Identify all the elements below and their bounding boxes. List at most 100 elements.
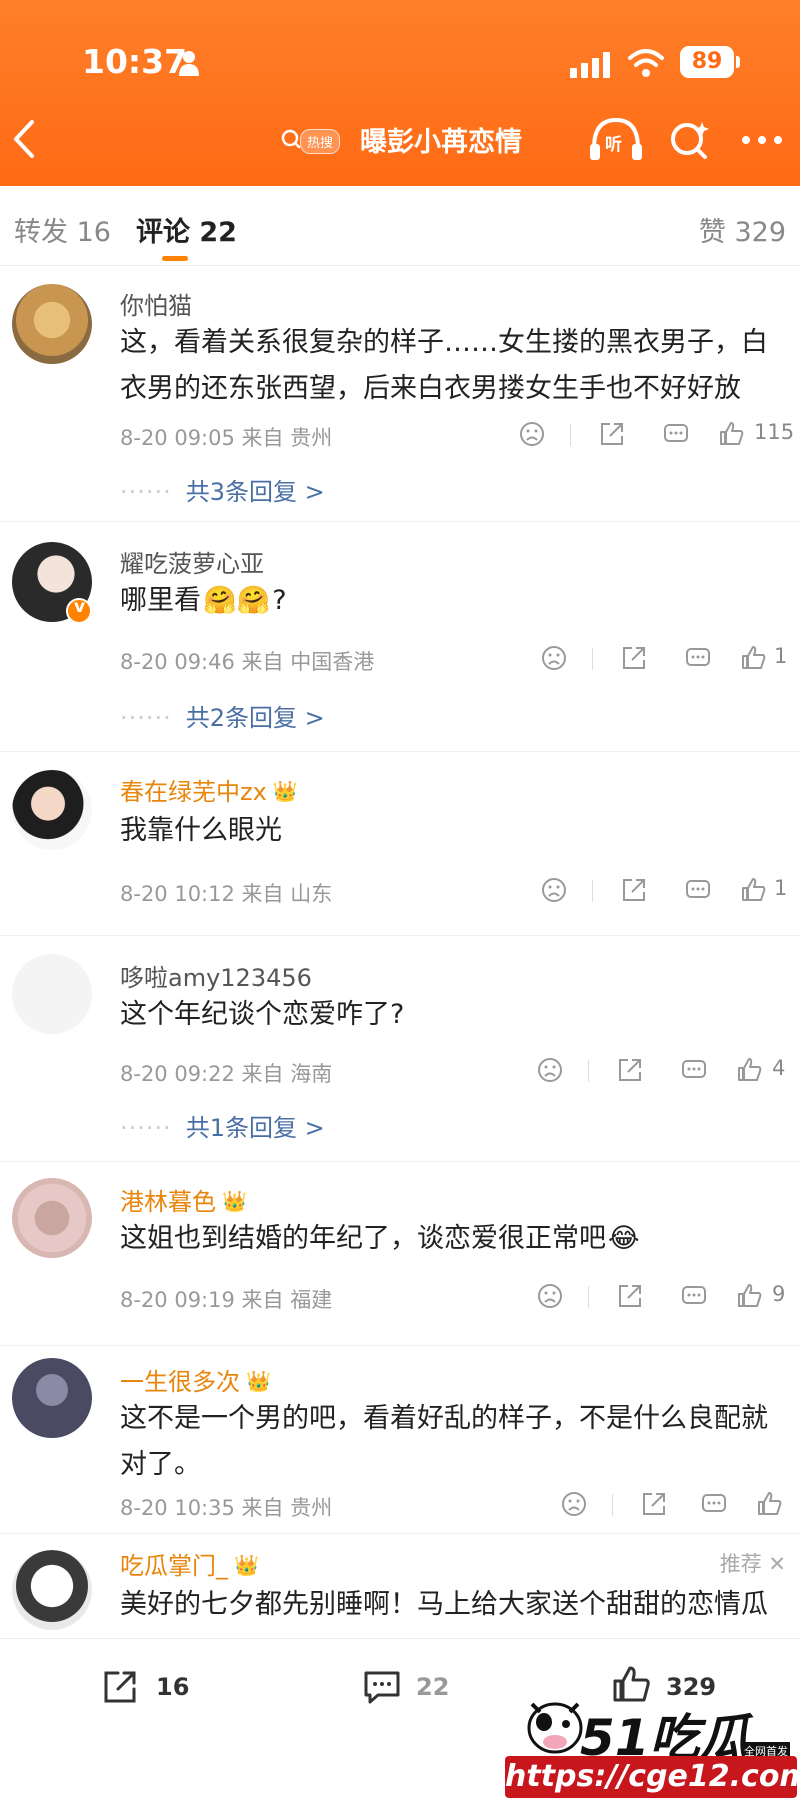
share-icon[interactable]: [616, 1056, 644, 1084]
comment-meta: 8-20 09:19 来自 福建: [120, 1288, 333, 1312]
avatar[interactable]: [12, 1178, 92, 1258]
divider: [592, 880, 593, 902]
comment-text-tail: ?: [272, 585, 287, 616]
app-header: 10:37 89 热搜 曝彭小苒恋情 听: [0, 0, 800, 186]
reply-dots: ······: [120, 1114, 172, 1142]
comment-username[interactable]: 哆啦amy123456: [120, 958, 312, 993]
tab-repost[interactable]: 转发 16: [14, 210, 111, 249]
comment-actions: [560, 1490, 788, 1520]
comment-meta: 8-20 09:05 来自 贵州: [120, 426, 333, 450]
reply-icon[interactable]: [684, 644, 712, 672]
replies-label: 共2条回复 >: [185, 704, 325, 732]
username-text: 一生很多次: [120, 1368, 240, 1396]
repost-count: 16: [156, 1673, 190, 1701]
hug-emoji: 🤗🤗: [203, 585, 271, 616]
page-title[interactable]: 曝彭小苒恋情: [360, 120, 522, 159]
recommend-dismiss[interactable]: 推荐 ✕: [720, 1548, 786, 1578]
back-arrow-icon[interactable]: [10, 116, 40, 162]
comment-username[interactable]: 港林暮色 👑: [120, 1182, 247, 1217]
repost-icon: [104, 1671, 136, 1703]
repost-button[interactable]: 16: [100, 1667, 210, 1711]
dislike-icon[interactable]: [540, 644, 568, 672]
listen-label: 听: [605, 135, 622, 155]
username-text: 吃瓜掌门_: [120, 1552, 228, 1580]
divider: [588, 1060, 589, 1082]
dislike-icon[interactable]: [536, 1282, 564, 1310]
comment-item: 春在绿芜中zx 👑 我靠什么眼光 8-20 10:12 来自 山东 1: [0, 752, 800, 936]
view-replies-link[interactable]: ······ 共1条回复 >: [120, 1108, 325, 1143]
reply-dots: ······: [120, 704, 172, 732]
more-icon[interactable]: [740, 134, 784, 146]
avatar[interactable]: [12, 770, 92, 850]
comment-item: 港林暮色 👑 这姐也到结婚的年纪了，谈恋爱很正常吧😂 8-20 09:19 来自 …: [0, 1162, 800, 1346]
signal-icon: [570, 52, 610, 78]
search-icon[interactable]: [668, 118, 712, 162]
dislike-icon[interactable]: [540, 876, 568, 904]
avatar[interactable]: [12, 1358, 92, 1438]
like-icon[interactable]: [736, 1056, 764, 1084]
status-bar: 10:37 89: [0, 40, 800, 88]
reply-icon[interactable]: [662, 420, 690, 448]
comment-button[interactable]: 22: [360, 1667, 470, 1711]
tab-like[interactable]: 赞 329: [699, 210, 786, 249]
avatar[interactable]: [12, 1550, 92, 1630]
like-count: 1: [774, 644, 788, 668]
share-icon[interactable]: [640, 1490, 668, 1518]
view-replies-link[interactable]: ······ 共2条回复 >: [120, 698, 325, 733]
reply-icon[interactable]: [680, 1282, 708, 1310]
like-count: 9: [772, 1282, 786, 1306]
comment-username[interactable]: 吃瓜掌门_ 👑: [120, 1546, 259, 1581]
username-text: 港林暮色: [120, 1188, 216, 1216]
nav-bar: 热搜 曝彭小苒恋情 听: [0, 108, 800, 172]
dislike-icon[interactable]: [518, 420, 546, 448]
share-icon[interactable]: [620, 644, 648, 672]
comment-username[interactable]: 耀吃菠萝心亚: [120, 544, 264, 579]
dislike-icon[interactable]: [536, 1056, 564, 1084]
share-icon[interactable]: [598, 420, 626, 448]
comment-username[interactable]: 春在绿芜中zx 👑: [120, 772, 298, 807]
verified-badge: [66, 597, 92, 624]
tab-bar: 转发 16 评论 22 赞 329: [0, 186, 800, 266]
comment-actions: 9: [536, 1282, 788, 1312]
avatar[interactable]: [12, 954, 92, 1034]
share-icon[interactable]: [620, 876, 648, 904]
reply-icon[interactable]: [700, 1490, 728, 1518]
battery-indicator: 89: [680, 46, 740, 78]
comment-meta: 8-20 09:22 来自 海南: [120, 1062, 333, 1086]
username-text: 春在绿芜中zx: [120, 778, 267, 806]
comment-username[interactable]: 一生很多次 👑: [120, 1362, 271, 1397]
tab-comment[interactable]: 评论 22: [136, 210, 237, 249]
reply-icon[interactable]: [680, 1056, 708, 1084]
comment-text-main: 哪里看: [120, 585, 201, 616]
person-icon: [179, 51, 199, 76]
comment-actions: 1: [540, 644, 788, 674]
wifi-icon: [628, 49, 664, 77]
comment-actions: 4: [536, 1056, 788, 1086]
reply-icon[interactable]: [684, 876, 712, 904]
like-icon[interactable]: [756, 1490, 784, 1518]
like-icon[interactable]: [736, 1282, 764, 1310]
like-count: 115: [754, 420, 795, 444]
like-total: 329: [666, 1673, 717, 1701]
comment-meta: 8-20 10:35 来自 贵州: [120, 1496, 333, 1520]
comment-username[interactable]: 你怕猫: [120, 286, 192, 321]
comment-actions: 115: [518, 420, 794, 450]
divider: [592, 648, 593, 670]
active-tab-indicator: [162, 256, 188, 261]
comment-count: 22: [416, 1673, 450, 1701]
avatar[interactable]: [12, 284, 92, 364]
like-icon[interactable]: [740, 876, 768, 904]
comment-actions: 1: [540, 876, 788, 906]
like-icon[interactable]: [718, 420, 746, 448]
comment-text: 这姐也到结婚的年纪了，谈恋爱很正常吧😂: [120, 1216, 780, 1262]
like-icon[interactable]: [740, 644, 768, 672]
like-count: 4: [772, 1056, 786, 1080]
comment-text: 这个年纪谈个恋爱咋了?: [120, 999, 405, 1030]
view-replies-link[interactable]: ······ 共3条回复 >: [120, 472, 325, 507]
comment-meta: 8-20 09:46 来自 中国香港: [120, 650, 375, 674]
comment-text: 我靠什么眼光: [120, 815, 282, 846]
comment-text: 美好的七夕都先别睡啊！马上给大家送个甜甜的恋情瓜: [120, 1589, 768, 1620]
dislike-icon[interactable]: [560, 1490, 588, 1518]
replies-label: 共3条回复 >: [185, 478, 325, 506]
share-icon[interactable]: [616, 1282, 644, 1310]
